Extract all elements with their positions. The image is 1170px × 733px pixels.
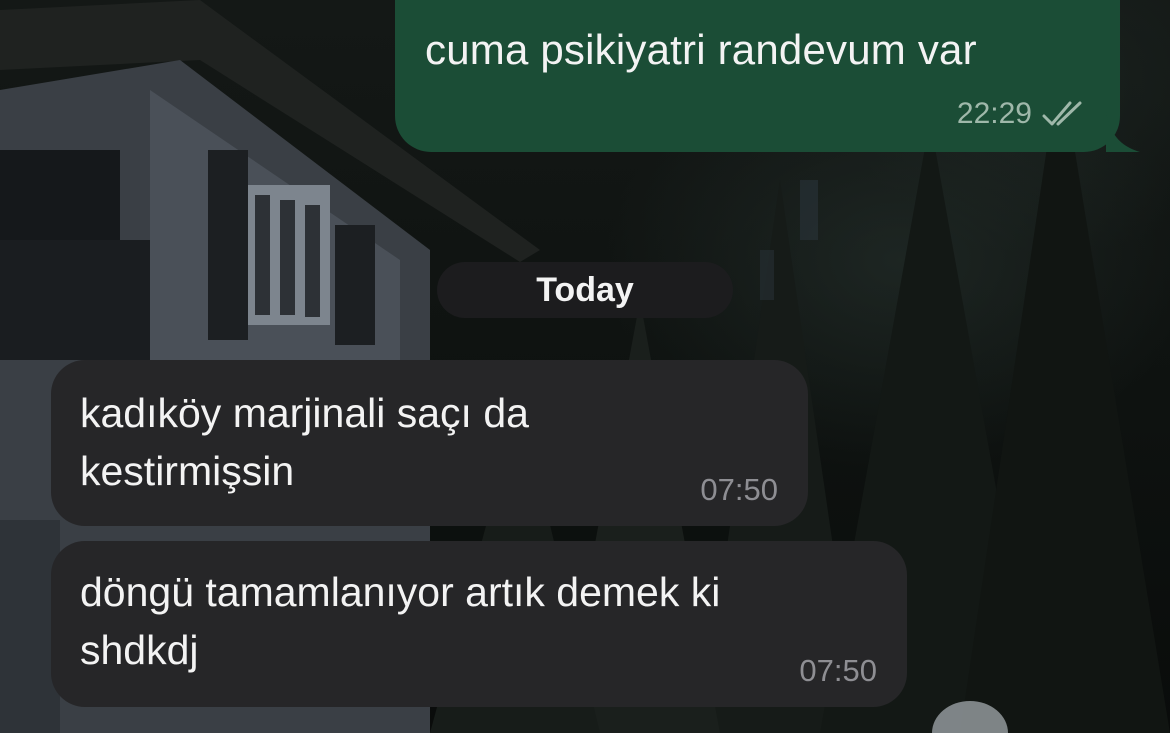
message-timestamp: 22:29: [956, 97, 1032, 130]
incoming-message-bubble[interactable]: kadıköy marjinali saçı da kestirmişsin 0…: [51, 360, 808, 526]
date-separator: Today: [437, 262, 733, 318]
message-timestamp: 07:50: [799, 653, 877, 688]
bubble-tail-icon: [1106, 112, 1140, 152]
incoming-message-bubble[interactable]: döngü tamamlanıyor artık demek ki shdkdj…: [51, 541, 907, 707]
message-timestamp: 07:50: [700, 472, 778, 507]
message-text: cuma psikiyatri randevum var: [425, 26, 977, 73]
outgoing-message-bubble[interactable]: cuma psikiyatri randevum var 22:29: [395, 0, 1140, 152]
double-check-icon: [1042, 100, 1090, 128]
message-meta: 22:29: [957, 97, 1090, 131]
message-text: döngü tamamlanıyor artık demek ki shdkdj: [80, 569, 721, 673]
message-text: kadıköy marjinali saçı da kestirmişsin: [80, 390, 529, 494]
